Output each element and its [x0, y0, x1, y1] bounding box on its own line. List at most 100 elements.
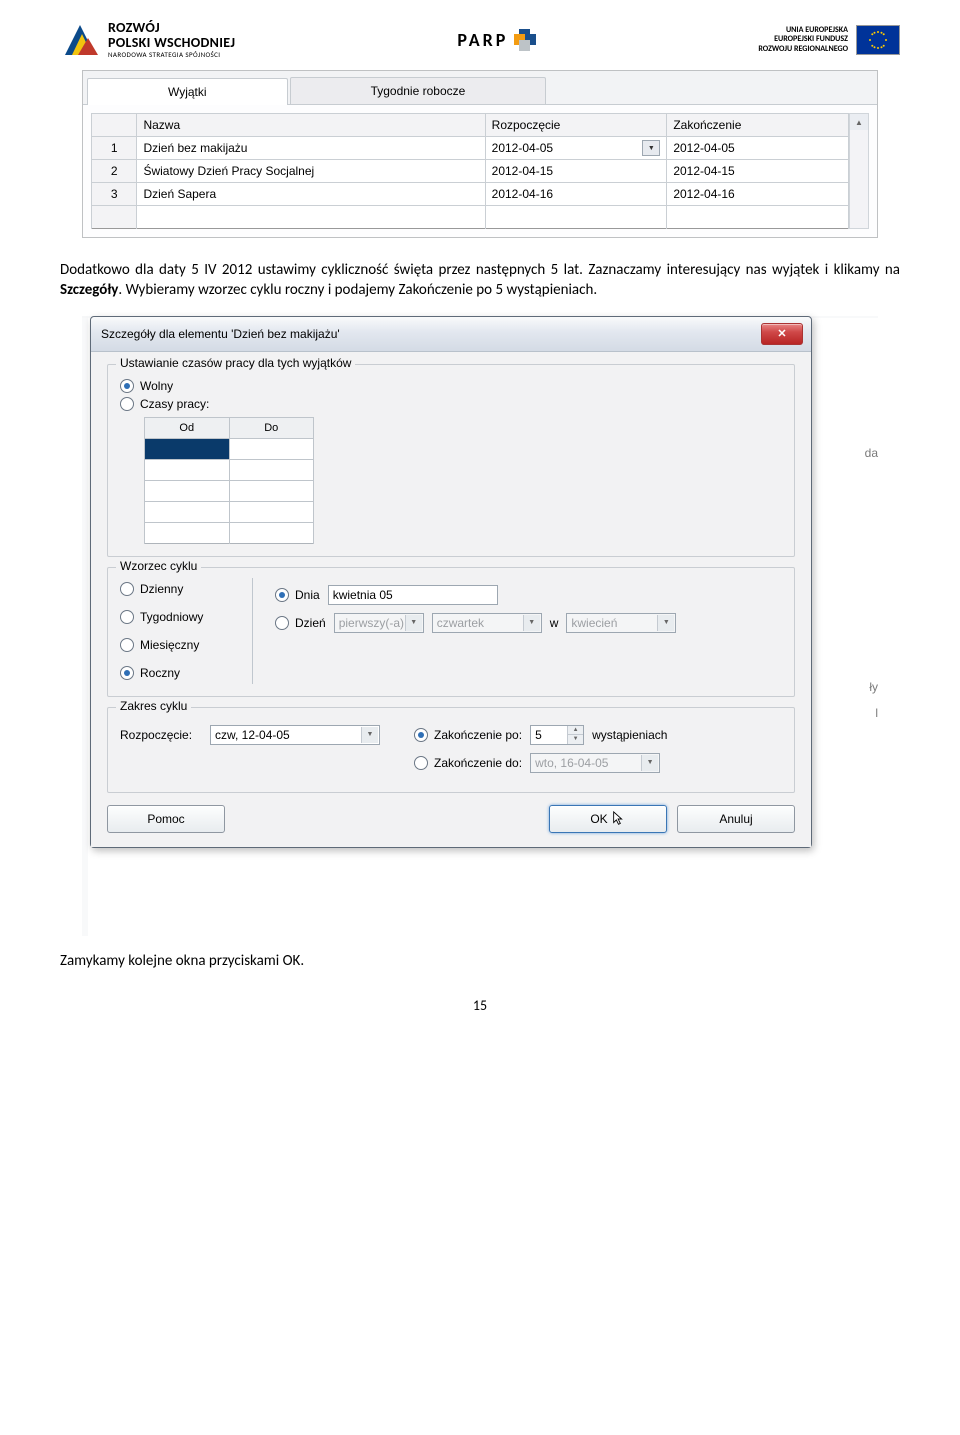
on-date-field[interactable]: kwietnia 05 [328, 585, 498, 605]
table-row[interactable] [92, 206, 849, 229]
cell-name[interactable]: Dzień bez makijażu [137, 137, 485, 160]
group-recurrence-pattern: Wzorzec cyklu Dzienny Tygodniowy Miesięc… [107, 567, 795, 697]
group-working-times: Ustawianie czasów pracy dla tych wyjątkó… [107, 364, 795, 557]
close-button[interactable]: ✕ [761, 323, 803, 345]
ok-button[interactable]: OK [549, 805, 667, 833]
time-cell[interactable] [145, 522, 230, 543]
spin-up-icon[interactable]: ▲ [567, 726, 583, 735]
column-to: Do [229, 417, 314, 438]
radio-working-times[interactable]: Czasy pracy: [120, 397, 782, 411]
time-cell[interactable] [229, 522, 314, 543]
date-dropdown-icon[interactable]: ▼ [642, 140, 660, 156]
weekday-combo[interactable]: czwartek▼ [432, 613, 542, 633]
radio-icon [414, 756, 428, 770]
time-cell[interactable] [145, 480, 230, 501]
logo-parp-icon [514, 29, 536, 51]
table-row[interactable]: 2 Światowy Dzień Pracy Socjalnej 2012-04… [92, 160, 849, 183]
cell-end[interactable]: 2012-04-15 [667, 160, 849, 183]
radio-monthly[interactable]: Miesięczny [120, 638, 230, 652]
radio-free[interactable]: Wolny [120, 379, 782, 393]
column-start: Rozpoczęcie [485, 114, 667, 137]
logo-rozwoj-line3: NARODOWA STRATEGIA SPÓJNOŚCI [108, 50, 235, 59]
body-paragraph-2: Zamykamy kolejne okna przyciskami OK. [60, 951, 900, 971]
radio-icon [120, 582, 134, 596]
month-combo[interactable]: kwiecień▼ [566, 613, 676, 633]
time-cell[interactable] [229, 438, 314, 459]
radio-icon [120, 638, 134, 652]
column-name: Nazwa [137, 114, 485, 137]
cell-start[interactable]: 2012-04-16 [485, 183, 667, 206]
radio-weekly[interactable]: Tygodniowy [120, 610, 230, 624]
cell-start[interactable]: 2012-04-05▼ [485, 137, 667, 160]
exceptions-panel: Wyjątki Tygodnie robocze Nazwa Rozpoczęc… [82, 70, 878, 238]
dialog-screenshot: da ły l Szczegóły dla elementu 'Dzień be… [82, 316, 878, 936]
chevron-down-icon: ▼ [523, 615, 540, 631]
scrollbar[interactable]: ▲ [849, 113, 869, 229]
working-times-table: OdDo [144, 417, 314, 544]
occurrences-spinner[interactable]: 5 ▲▼ [530, 725, 584, 745]
ordinal-combo[interactable]: pierwszy(-a)▼ [334, 613, 424, 633]
start-date-combo[interactable]: czw, 12-04-05▼ [210, 725, 380, 745]
time-cell[interactable] [229, 459, 314, 480]
eu-flag-icon [856, 25, 900, 55]
time-cell[interactable] [229, 480, 314, 501]
table-row[interactable]: 1 Dzień bez makijażu 2012-04-05▼ 2012-04… [92, 137, 849, 160]
row-index: 1 [92, 137, 137, 160]
column-from: Od [145, 417, 230, 438]
start-label: Rozpoczęcie: [120, 728, 202, 742]
radio-icon [275, 588, 289, 602]
time-cell[interactable] [145, 501, 230, 522]
radio-on-day[interactable]: Dzień [275, 616, 326, 630]
group-recurrence-range: Zakres cyklu Rozpoczęcie: czw, 12-04-05▼… [107, 707, 795, 793]
group-range-legend: Zakres cyklu [116, 699, 191, 713]
radio-end-after[interactable]: Zakończenie po: [414, 728, 522, 742]
row-index: 2 [92, 160, 137, 183]
occurrences-suffix: wystąpieniach [592, 728, 667, 742]
radio-icon [414, 728, 428, 742]
details-dialog: Szczegóły dla elementu 'Dzień bez makija… [90, 316, 812, 848]
background-text-fragment: ły [869, 680, 878, 694]
background-text-fragment: da [865, 446, 878, 460]
exceptions-table[interactable]: Nazwa Rozpoczęcie Zakończenie 1 Dzień be… [91, 113, 849, 229]
cell-end[interactable]: 2012-04-05 [667, 137, 849, 160]
time-cell[interactable] [145, 438, 230, 459]
cancel-button[interactable]: Anuluj [677, 805, 795, 833]
radio-daily[interactable]: Dzienny [120, 582, 230, 596]
radio-icon [120, 379, 134, 393]
dialog-title: Szczegóły dla elementu 'Dzień bez makija… [101, 327, 340, 341]
radio-free-label: Wolny [140, 379, 173, 393]
time-cell[interactable] [145, 459, 230, 480]
time-cell[interactable] [229, 501, 314, 522]
cell-start[interactable]: 2012-04-15 [485, 160, 667, 183]
radio-yearly[interactable]: Roczny [120, 666, 230, 680]
radio-icon [120, 610, 134, 624]
background-text-fragment: l [875, 706, 878, 720]
page-header: ROZWÓJ POLSKI WSCHODNIEJ NARODOWA STRATE… [60, 20, 900, 60]
logo-eu-line3: ROZWOJU REGIONALNEGO [758, 45, 848, 55]
scroll-up-icon[interactable]: ▲ [850, 114, 868, 130]
radio-on-date[interactable]: Dnia [275, 588, 320, 602]
help-button[interactable]: Pomoc [107, 805, 225, 833]
logo-rozwoj-line2: POLSKI WSCHODNIEJ [108, 36, 235, 51]
cell-name[interactable]: Światowy Dzień Pracy Socjalnej [137, 160, 485, 183]
dialog-titlebar[interactable]: Szczegóły dla elementu 'Dzień bez makija… [91, 317, 811, 352]
cursor-icon [612, 811, 626, 827]
radio-working-times-label: Czasy pracy: [140, 397, 209, 411]
group-recurrence-legend: Wzorzec cyklu [116, 559, 201, 573]
group-working-times-legend: Ustawianie czasów pracy dla tych wyjątkó… [116, 356, 355, 370]
page-number: 15 [60, 997, 900, 1014]
radio-icon [275, 616, 289, 630]
tab-work-weeks[interactable]: Tygodnie robocze [290, 77, 547, 104]
body-paragraph-1: Dodatkowo dla daty 5 IV 2012 ustawimy cy… [60, 260, 900, 301]
cell-name[interactable]: Dzień Sapera [137, 183, 485, 206]
column-end: Zakończenie [667, 114, 849, 137]
tab-exceptions[interactable]: Wyjątki [87, 78, 288, 105]
radio-end-by[interactable]: Zakończenie do: [414, 756, 522, 770]
logo-rozwoj: ROZWÓJ POLSKI WSCHODNIEJ NARODOWA STRATE… [60, 20, 235, 60]
chevron-down-icon: ▼ [657, 615, 674, 631]
spin-down-icon[interactable]: ▼ [567, 734, 583, 744]
cell-end[interactable]: 2012-04-16 [667, 183, 849, 206]
table-row[interactable]: 3 Dzień Sapera 2012-04-16 2012-04-16 [92, 183, 849, 206]
end-by-date-combo[interactable]: wto, 16-04-05▼ [530, 753, 660, 773]
radio-icon [120, 397, 134, 411]
